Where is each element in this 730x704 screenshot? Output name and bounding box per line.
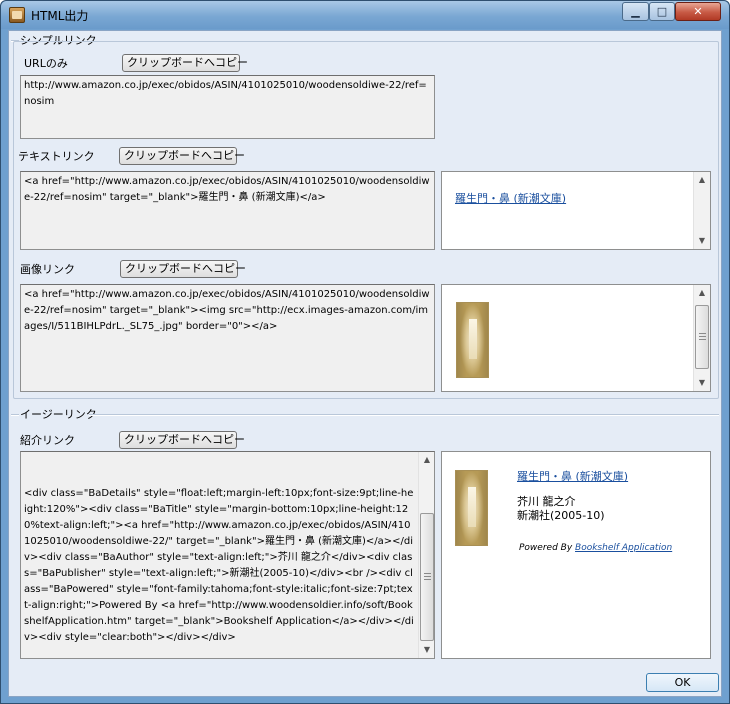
- intro-preview-powered: Powered By Bookshelf Application: [519, 543, 672, 553]
- scroll-up-arrow-icon[interactable]: ▲: [694, 285, 710, 301]
- scroll-grip-line: [699, 333, 706, 334]
- text-link-preview-link[interactable]: 羅生門・鼻 (新潮文庫): [455, 190, 566, 206]
- bookshelf-application-link[interactable]: Bookshelf Application: [575, 543, 672, 553]
- easy-link-group-line-left: [11, 414, 19, 416]
- scroll-down-arrow-icon[interactable]: ▼: [694, 375, 710, 391]
- window-title: HTML出力: [31, 9, 89, 23]
- scroll-grip-line: [424, 576, 431, 577]
- scroll-down-arrow-icon[interactable]: ▼: [694, 233, 710, 249]
- intro-preview-details: 羅生門・鼻 (新潮文庫) 芥川 龍之介 新潮社(2005-10): [517, 470, 628, 523]
- intro-preview-author: 芥川 龍之介: [517, 495, 576, 508]
- scroll-thumb[interactable]: [420, 513, 434, 641]
- easy-link-group-line-right: [89, 414, 719, 416]
- intro-link-label: 紹介リンク: [20, 434, 75, 447]
- url-only-copy-button[interactable]: クリップボードへコピー: [122, 54, 248, 72]
- url-only-label: URLのみ: [24, 57, 68, 70]
- image-link-preview: ▲ ▼: [441, 284, 711, 392]
- dialog-window: HTML出力 ▁ □ ✕ シンプルリンク URLのみ クリップボードへコピー h…: [0, 0, 730, 704]
- url-only-textbox[interactable]: http://www.amazon.co.jp/exec/obidos/ASIN…: [20, 75, 435, 139]
- scroll-thumb[interactable]: [695, 305, 709, 369]
- minimize-button[interactable]: ▁: [622, 2, 649, 21]
- close-button[interactable]: ✕: [675, 2, 721, 21]
- title-bar[interactable]: HTML出力 ▁ □ ✕: [1, 1, 729, 29]
- text-link-preview-scrollbar[interactable]: ▲ ▼: [693, 172, 710, 249]
- scroll-up-arrow-icon[interactable]: ▲: [694, 172, 710, 188]
- ok-button[interactable]: OK: [646, 673, 719, 692]
- intro-link-preview: 羅生門・鼻 (新潮文庫) 芥川 龍之介 新潮社(2005-10) Powered…: [441, 451, 711, 659]
- intro-link-textbox[interactable]: <div class="BaDetails" style="float:left…: [20, 451, 435, 659]
- scroll-grip-line: [424, 573, 431, 574]
- intro-preview-title-link[interactable]: 羅生門・鼻 (新潮文庫): [517, 470, 628, 484]
- maximize-button[interactable]: □: [649, 2, 675, 21]
- scroll-grip-line: [424, 579, 431, 580]
- scroll-grip-line: [699, 339, 706, 340]
- image-link-preview-scrollbar[interactable]: ▲ ▼: [693, 285, 710, 391]
- app-book-icon: [9, 7, 25, 23]
- easy-link-group-title: イージーリンク: [20, 408, 97, 421]
- intro-preview-publisher: 新潮社(2005-10): [517, 509, 605, 522]
- text-link-textbox[interactable]: <a href="http://www.amazon.co.jp/exec/ob…: [20, 171, 435, 250]
- book-cover-image[interactable]: [455, 470, 488, 546]
- powered-by-text: Powered By: [519, 543, 573, 553]
- scroll-up-arrow-icon[interactable]: ▲: [419, 452, 434, 468]
- text-link-copy-button[interactable]: クリップボードへコピー: [119, 147, 245, 165]
- book-cover-image[interactable]: [456, 302, 489, 378]
- text-link-label: テキストリンク: [18, 150, 95, 163]
- image-link-label: 画像リンク: [20, 263, 75, 276]
- scroll-down-arrow-icon[interactable]: ▼: [419, 642, 434, 658]
- intro-link-code: <div class="BaDetails" style="float:left…: [24, 488, 414, 643]
- intro-link-textbox-scrollbar[interactable]: ▲ ▼: [418, 452, 434, 658]
- text-link-preview: 羅生門・鼻 (新潮文庫) ▲ ▼: [441, 171, 711, 250]
- scroll-grip-line: [699, 336, 706, 337]
- image-link-textbox[interactable]: <a href="http://www.amazon.co.jp/exec/ob…: [20, 284, 435, 392]
- intro-link-copy-button[interactable]: クリップボードへコピー: [119, 431, 245, 449]
- dialog-client-area: シンプルリンク URLのみ クリップボードへコピー http://www.ama…: [8, 30, 722, 697]
- image-link-copy-button[interactable]: クリップボードへコピー: [120, 260, 246, 278]
